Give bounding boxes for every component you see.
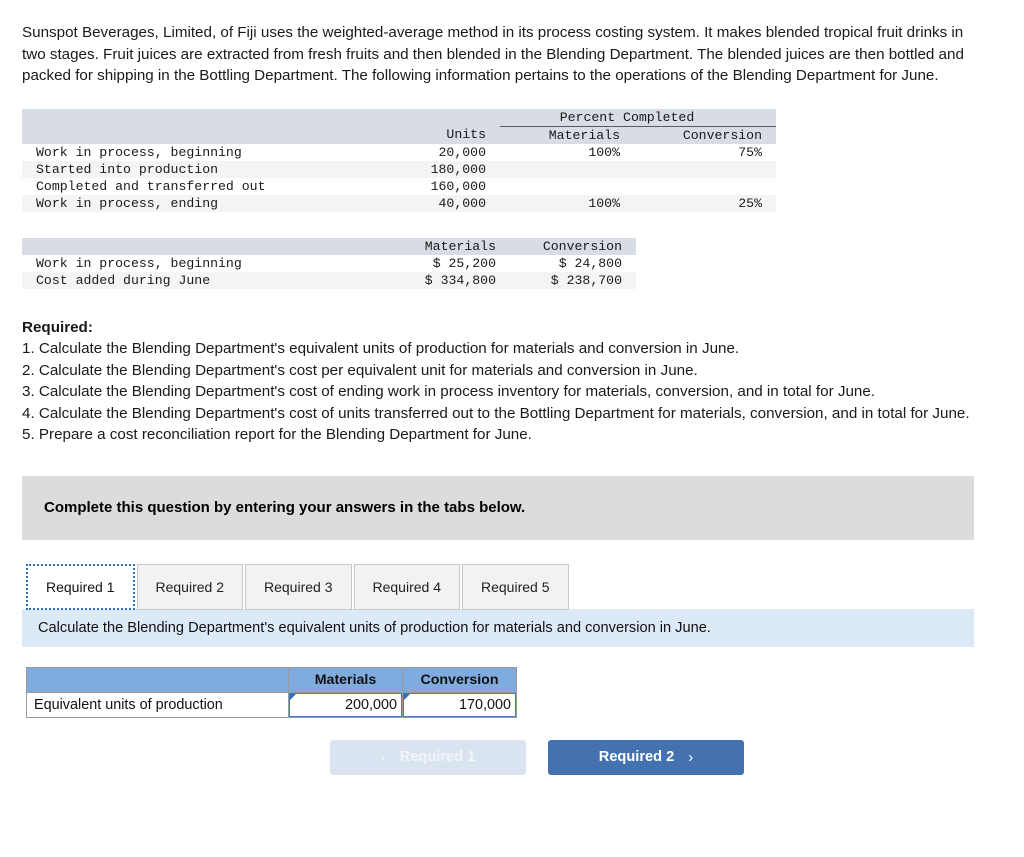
units-group-spacer-2 [376,108,500,126]
problem-intro-text: Sunspot Beverages, Limited, of Fiji uses… [22,24,964,84]
row-label: Started into production [22,160,376,178]
table-row: Equivalent units of production [26,691,517,718]
answer-header-blank [26,666,289,693]
table-row: Work in process, beginning 20,000 100% 7… [22,143,776,161]
table-row: Work in process, beginning $ 25,200 $ 24… [22,254,636,272]
tab-required-5[interactable]: Required 5 [462,563,569,610]
cost-header-blank [22,237,376,255]
required-item-3: 3. Calculate the Blending Department's c… [22,383,875,400]
previous-requirement-button[interactable]: ‹ Required 1 [330,739,526,775]
cost-header-conversion: Conversion [512,237,636,255]
units-table-header-row: Units Materials Conversion [22,126,776,144]
row-label: Work in process, ending [22,194,376,212]
row-materials [500,177,642,195]
question-page: Sunspot Beverages, Limited, of Fiji uses… [0,0,1024,775]
chevron-right-icon: › [688,748,694,766]
units-table-group-header-row: Percent Completed [22,108,776,127]
required-heading: Required: [22,318,93,336]
answer-entry-table: Materials Conversion Equivalent units of… [26,666,517,718]
tab-required-2[interactable]: Required 2 [136,563,243,610]
tab-label: Required 2 [155,578,225,595]
requirement-tabs: Required 1 Required 2 Required 3 Require… [26,562,1002,610]
tab-required-3[interactable]: Required 3 [245,563,352,610]
row-materials: $ 25,200 [376,254,512,272]
units-header-units: Units [376,126,500,144]
row-units: 180,000 [376,160,500,178]
row-materials: 100% [500,194,642,212]
table-row: Work in process, ending 40,000 100% 25% [22,194,776,212]
row-materials: 100% [500,143,642,161]
row-materials [500,160,642,178]
required-item-2: 2. Calculate the Blending Department's c… [22,361,698,379]
tab-instruction-text: Calculate the Blending Department's equi… [38,619,711,636]
row-materials: $ 334,800 [376,271,512,289]
row-conversion: $ 238,700 [512,271,636,289]
row-label: Work in process, beginning [22,254,376,272]
cost-table-header-row: Materials Conversion [22,237,636,255]
units-header-blank [22,126,376,144]
required-item-4: 4. Calculate the Blending Department's c… [22,404,970,422]
instruction-banner-text: Complete this question by entering your … [44,499,526,516]
row-conversion: $ 24,800 [512,254,636,272]
previous-button-label: Required 1 [399,749,476,765]
row-label: Completed and transferred out [22,177,376,195]
required-item-1: 1. Calculate the Blending Department's e… [22,340,740,357]
table-row: Completed and transferred out 160,000 [22,177,776,195]
required-section: Required: 1. Calculate the Blending Depa… [22,317,974,446]
row-conversion [642,160,776,178]
tab-navigation: ‹ Required 1 Required 2 › [330,739,1002,775]
required-item-5: 5. Prepare a cost reconciliation report … [22,426,532,443]
units-group-spacer-1 [22,108,376,126]
table-row: Cost added during June $ 334,800 $ 238,7… [22,271,636,289]
table-row: Started into production 180,000 [22,160,776,178]
tab-label: Required 3 [264,578,333,595]
tab-required-1[interactable]: Required 1 [26,563,135,610]
tab-label: Required 4 [372,578,442,595]
row-conversion: 75% [642,143,776,161]
units-data-table: Percent Completed Units Materials Conver… [22,108,776,212]
row-label: Work in process, beginning [22,143,376,161]
tab-label: Required 5 [481,578,550,595]
conversion-input[interactable] [403,692,516,717]
row-label: Cost added during June [22,271,376,289]
instruction-banner: Complete this question by entering your … [22,475,974,540]
answer-header-conversion: Conversion [402,666,517,693]
conversion-input-cell[interactable] [402,691,517,718]
units-header-materials: Materials [500,126,642,144]
materials-input-cell[interactable] [288,691,403,718]
row-units: 40,000 [376,194,500,212]
next-requirement-button[interactable]: Required 2 › [548,739,744,775]
answer-row-label: Equivalent units of production [26,691,289,718]
tab-required-4[interactable]: Required 4 [353,563,460,610]
tab-instruction-bar: Calculate the Blending Department's equi… [22,608,974,647]
row-units: 20,000 [376,143,500,161]
units-header-conversion: Conversion [642,126,776,144]
percent-completed-group-header: Percent Completed [500,108,776,127]
row-units: 160,000 [376,177,500,195]
answer-header-materials: Materials [288,666,403,693]
chevron-left-icon: ‹ [380,748,386,766]
tab-label: Required 1 [46,578,115,595]
materials-input[interactable] [289,692,402,717]
answer-header-row: Materials Conversion [26,666,517,693]
row-conversion: 25% [642,194,776,212]
cost-data-table: Materials Conversion Work in process, be… [22,237,636,289]
row-conversion [642,177,776,195]
next-button-label: Required 2 [598,749,675,765]
cost-header-materials: Materials [376,237,512,255]
